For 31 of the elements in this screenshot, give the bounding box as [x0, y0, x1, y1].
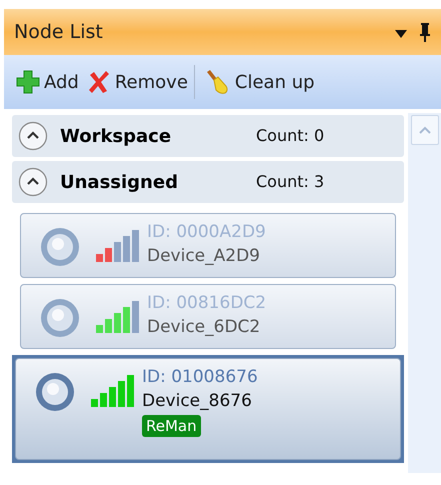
panel-title: Node List	[14, 20, 104, 45]
chevron-up-icon	[418, 126, 430, 134]
remove-button[interactable]: Remove	[84, 68, 190, 96]
plus-icon	[16, 70, 40, 94]
node-id: ID: 01008676	[142, 366, 258, 389]
group-header[interactable]: Workspace Count: 0	[12, 115, 404, 157]
collapse-icon[interactable]	[18, 121, 48, 151]
tag-badge: ReMan	[142, 415, 201, 437]
node-frame[interactable]: ID: 0000A2D9 Device_A2D9	[12, 213, 404, 278]
status-light-icon	[39, 297, 81, 339]
group-name: Workspace	[60, 124, 172, 148]
node-frame[interactable]: ID: 00816DC2 Device_6DC2	[12, 284, 404, 349]
status-light-icon	[34, 371, 76, 413]
dropdown-icon[interactable]	[395, 30, 407, 38]
add-button[interactable]: Add	[14, 68, 81, 96]
group-name: Unassigned	[60, 170, 179, 194]
selected-node-frame[interactable]: ID: 01008676 Device_8676 ReMan	[12, 355, 404, 463]
status-light-icon	[39, 226, 81, 268]
node-name: Device_6DC2	[147, 316, 260, 339]
group-header[interactable]: Unassigned Count: 3	[12, 161, 404, 203]
cross-icon	[86, 70, 111, 94]
node-id: ID: 0000A2D9	[147, 221, 266, 244]
collapse-icon[interactable]	[18, 167, 48, 197]
node-id: ID: 00816DC2	[147, 292, 266, 315]
pin-icon[interactable]	[419, 22, 431, 42]
group-count: Count: 0	[256, 125, 324, 147]
node-name: Device_A2D9	[147, 245, 260, 268]
node-name: Device_8676	[142, 390, 252, 413]
cleanup-button[interactable]: Clean up	[202, 68, 317, 96]
group-count: Count: 3	[256, 171, 324, 193]
scrollbar[interactable]	[408, 113, 441, 473]
